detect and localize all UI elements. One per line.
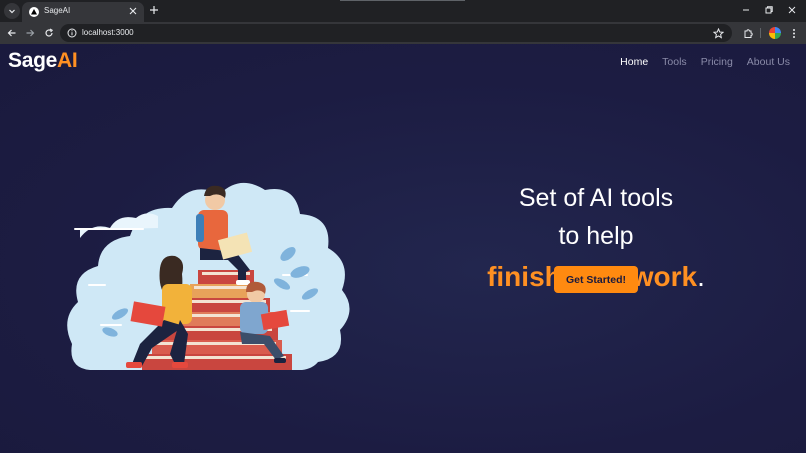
nav-home[interactable]: Home <box>620 56 648 68</box>
get-started-button[interactable]: Get Started! <box>554 266 638 293</box>
site-logo[interactable]: SageAI <box>8 49 78 73</box>
url-text: localhost:3000 <box>82 28 134 37</box>
star-icon <box>712 27 724 39</box>
tab-drag-indicator <box>340 0 465 1</box>
restore-icon <box>765 6 773 14</box>
nav-pricing[interactable]: Pricing <box>701 56 733 68</box>
plus-icon <box>150 6 158 14</box>
hero-illustration <box>67 183 350 370</box>
extensions-button[interactable] <box>741 26 755 40</box>
logo-text-ai: AI <box>57 49 78 72</box>
triangle-favicon-icon <box>29 7 39 17</box>
back-button[interactable] <box>5 26 19 40</box>
nav-tools[interactable]: Tools <box>662 56 687 68</box>
menu-button[interactable] <box>787 26 801 40</box>
reload-button[interactable] <box>42 26 56 40</box>
highlight-work: work <box>631 261 698 292</box>
close-window-button[interactable] <box>782 2 802 18</box>
tab-title: SageAI <box>44 6 71 15</box>
more-vertical-icon <box>793 28 795 38</box>
arrow-left-icon <box>7 29 16 37</box>
forward-button[interactable] <box>23 26 37 40</box>
info-icon <box>67 28 77 38</box>
address-bar[interactable]: localhost:3000 <box>60 24 732 42</box>
chevron-down-icon <box>9 9 15 14</box>
puzzle-icon <box>744 28 753 38</box>
close-icon <box>788 6 796 14</box>
headline-period: . <box>697 261 705 292</box>
page-content: SageAI Home Tools Pricing About Us Set o… <box>0 44 806 453</box>
bookmark-button[interactable] <box>712 27 724 39</box>
browser-tab-strip: SageAI <box>0 0 806 22</box>
close-icon <box>129 7 137 15</box>
tab-close-button[interactable] <box>127 5 139 17</box>
tab-search-button[interactable] <box>4 3 20 19</box>
browser-tab[interactable]: SageAI <box>22 2 144 22</box>
minimize-button[interactable] <box>736 2 756 18</box>
nav-about-us[interactable]: About Us <box>747 56 790 68</box>
browser-toolbar: localhost:3000 <box>0 22 806 44</box>
headline-line-1: Set of AI tools <box>518 184 674 212</box>
headline-line-2: to help <box>558 222 634 250</box>
toolbar-separator <box>760 28 761 38</box>
minimize-icon <box>743 9 749 11</box>
highlight-finish: finish <box>487 261 562 292</box>
new-tab-button[interactable] <box>147 3 161 17</box>
reload-icon <box>45 28 54 37</box>
main-nav: Home Tools Pricing About Us <box>620 56 790 68</box>
logo-text-sage: Sage <box>8 49 57 72</box>
profile-avatar[interactable] <box>769 27 781 39</box>
arrow-right-icon <box>26 29 35 37</box>
site-info-button[interactable] <box>66 27 78 39</box>
restore-button[interactable] <box>759 2 779 18</box>
